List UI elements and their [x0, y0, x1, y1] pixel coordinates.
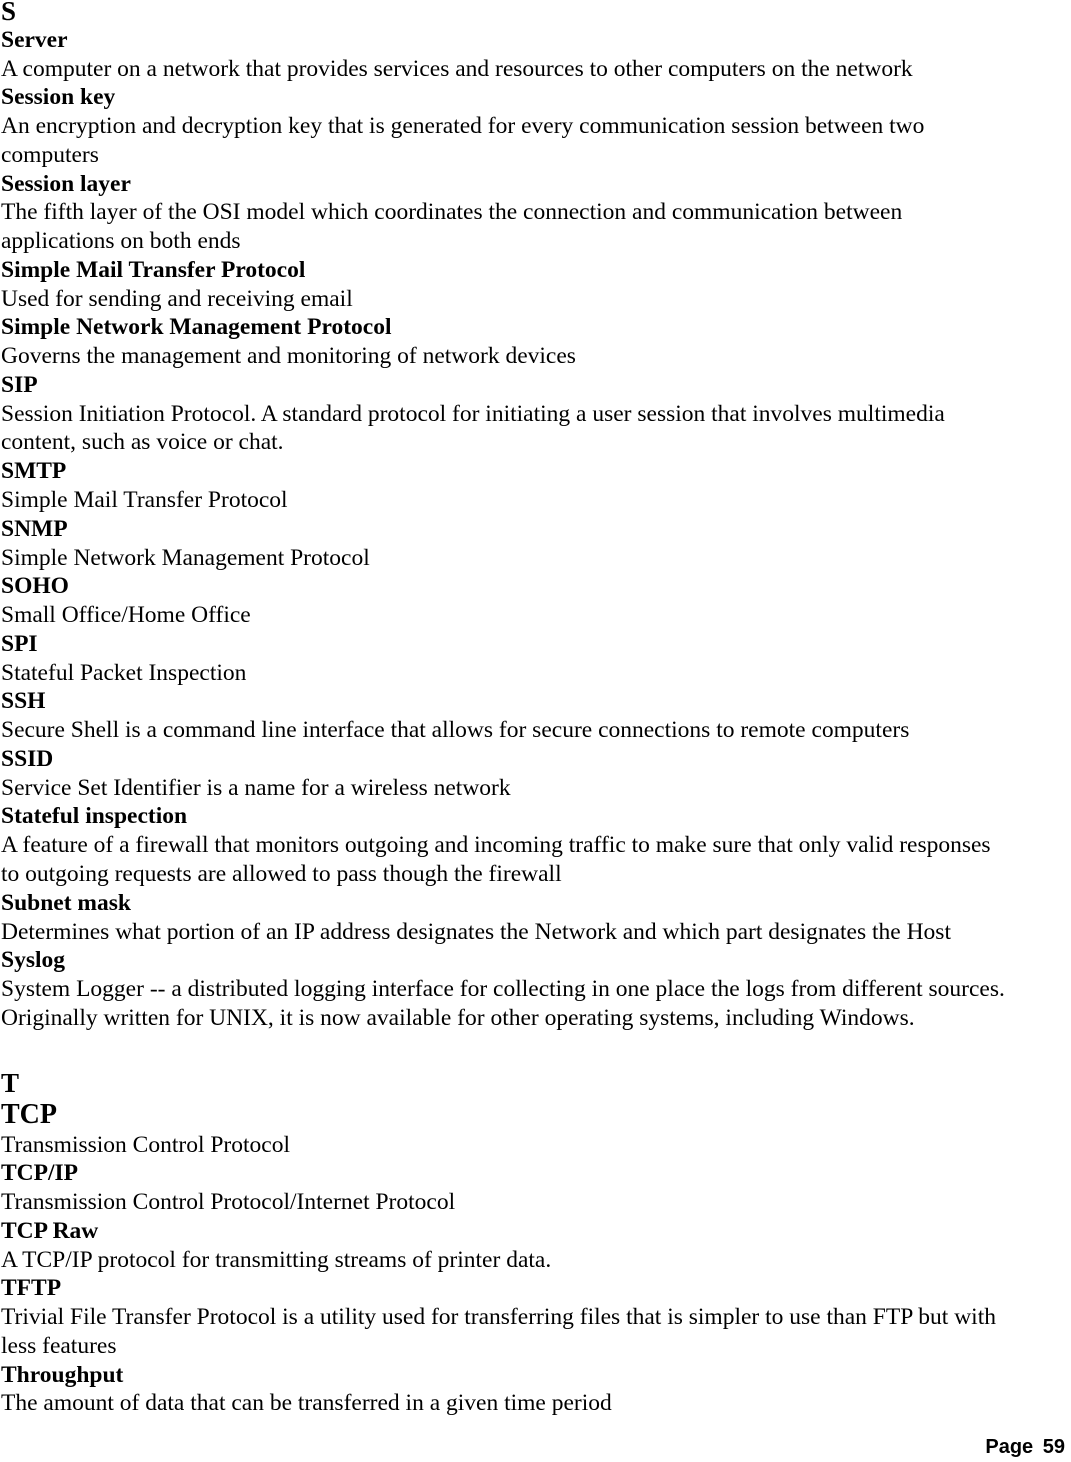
glossary-entry: Server A computer on a network that provi…	[1, 26, 1071, 84]
glossary-definition: Trivial File Transfer Protocol is a util…	[1, 1304, 996, 1331]
glossary-definition: less features	[1, 1332, 117, 1359]
glossary-term: TCP	[1, 1098, 57, 1130]
glossary-definition: Service Set Identifier is a name for a w…	[1, 774, 511, 801]
glossary-entry: Simple Network Management Protocol Govern…	[1, 313, 1071, 371]
glossary-content: S Server A computer on a network that prov…	[1, 0, 1071, 1418]
glossary-term: Session layer	[1, 170, 131, 197]
glossary-entry: TCP/IP Transmission Control Protocol/Inte…	[1, 1159, 1071, 1217]
glossary-entry: TCP Raw A TCP/IP protocol for transmittin…	[1, 1217, 1071, 1275]
glossary-term: SSID	[1, 745, 54, 772]
glossary-term: Simple Network Management Protocol	[1, 314, 392, 341]
glossary-term: Syslog	[1, 947, 65, 974]
glossary-definition: content, such as voice or chat.	[1, 429, 284, 456]
glossary-term: Session key	[1, 84, 116, 111]
glossary-definition: Determines what portion of an IP address…	[1, 918, 951, 945]
glossary-definition: The fifth layer of the OSI model which c…	[1, 199, 903, 226]
glossary-definition: System Logger -- a distributed logging i…	[1, 976, 1005, 1003]
glossary-entry: Session key An encryption and decryption …	[1, 83, 1071, 169]
glossary-definition: Stateful Packet Inspection	[1, 659, 247, 686]
glossary-term: SIP	[1, 371, 38, 398]
glossary-definition: Small Office/Home Office	[1, 602, 251, 629]
glossary-definition: A feature of a firewall that monitors ou…	[1, 832, 991, 859]
glossary-definition: A computer on a network that provides se…	[1, 55, 913, 82]
glossary-definition: computers	[1, 141, 99, 168]
glossary-entry: SNMP Simple Network Management Protocol	[1, 515, 1071, 573]
glossary-entry: Syslog System Logger -- a distributed log…	[1, 946, 1071, 1032]
glossary-section-t: T TCP Transmission Control Protocol TCP/IP T…	[1, 1067, 1071, 1419]
page-number: Page 59	[985, 1436, 1065, 1459]
glossary-definition: Governs the management and monitoring of…	[1, 343, 576, 370]
glossary-definition: Transmission Control Protocol/Internet P…	[1, 1189, 456, 1216]
glossary-entry: SSID Service Set Identifier is a name for…	[1, 745, 1071, 803]
glossary-entry: SPI Stateful Packet Inspection	[1, 630, 1071, 688]
glossary-definition: to outgoing requests are allowed to pass…	[1, 860, 562, 887]
page-number-value: 59	[1042, 1436, 1065, 1458]
glossary-definition: Session Initiation Protocol. A standard …	[1, 400, 945, 427]
glossary-definition: Simple Mail Transfer Protocol	[1, 487, 288, 514]
glossary-definition: Simple Network Management Protocol	[1, 544, 370, 571]
glossary-term: TCP Raw	[1, 1217, 99, 1244]
glossary-term: TCP/IP	[1, 1160, 79, 1187]
glossary-definition: Used for sending and receiving email	[1, 285, 353, 312]
glossary-term: SMTP	[1, 458, 67, 485]
glossary-term: Stateful inspection	[1, 803, 188, 830]
glossary-term: SOHO	[1, 573, 69, 600]
glossary-definition: Secure Shell is a command line interface…	[1, 717, 910, 744]
page-label: Page	[985, 1436, 1034, 1458]
glossary-entry: SSH Secure Shell is a command line interf…	[1, 687, 1071, 745]
glossary-term: SPI	[1, 630, 38, 657]
glossary-definition: A TCP/IP protocol for transmitting strea…	[1, 1246, 552, 1273]
glossary-entry: TFTP Trivial File Transfer Protocol is a …	[1, 1274, 1071, 1360]
glossary-section-s: S Server A computer on a network that prov…	[1, 0, 1071, 1033]
glossary-term: Simple Mail Transfer Protocol	[1, 256, 306, 283]
glossary-definition: Transmission Control Protocol	[1, 1131, 290, 1158]
glossary-entry: Simple Mail Transfer Protocol Used for se…	[1, 256, 1071, 314]
glossary-entry: TCP Transmission Control Protocol	[1, 1099, 1071, 1160]
glossary-definition: The amount of data that can be transferr…	[1, 1390, 612, 1417]
glossary-definition: An encryption and decryption key that is…	[1, 113, 925, 140]
glossary-definition: applications on both ends	[1, 228, 241, 255]
glossary-entry: SOHO Small Office/Home Office	[1, 572, 1071, 630]
glossary-term: Throughput	[1, 1361, 124, 1388]
glossary-definition: Originally written for UNIX, it is now a…	[1, 1004, 915, 1031]
glossary-term: SSH	[1, 688, 46, 715]
glossary-entry: Throughput The amount of data that can be…	[1, 1361, 1071, 1419]
section-letter: S	[1, 0, 17, 26]
glossary-term: TFTP	[1, 1275, 62, 1302]
glossary-entry: Session layer The fifth layer of the OSI …	[1, 170, 1071, 256]
glossary-entry: Stateful inspection A feature of a firewa…	[1, 802, 1071, 888]
glossary-term: SNMP	[1, 515, 68, 542]
glossary-entry: SMTP Simple Mail Transfer Protocol	[1, 457, 1071, 515]
glossary-entry: SIP Session Initiation Protocol. A standa…	[1, 371, 1071, 457]
glossary-entry: Subnet mask Determines what portion of an…	[1, 889, 1071, 947]
glossary-term: Server	[1, 26, 68, 53]
glossary-term: Subnet mask	[1, 889, 131, 916]
section-letter: T	[1, 1067, 20, 1098]
